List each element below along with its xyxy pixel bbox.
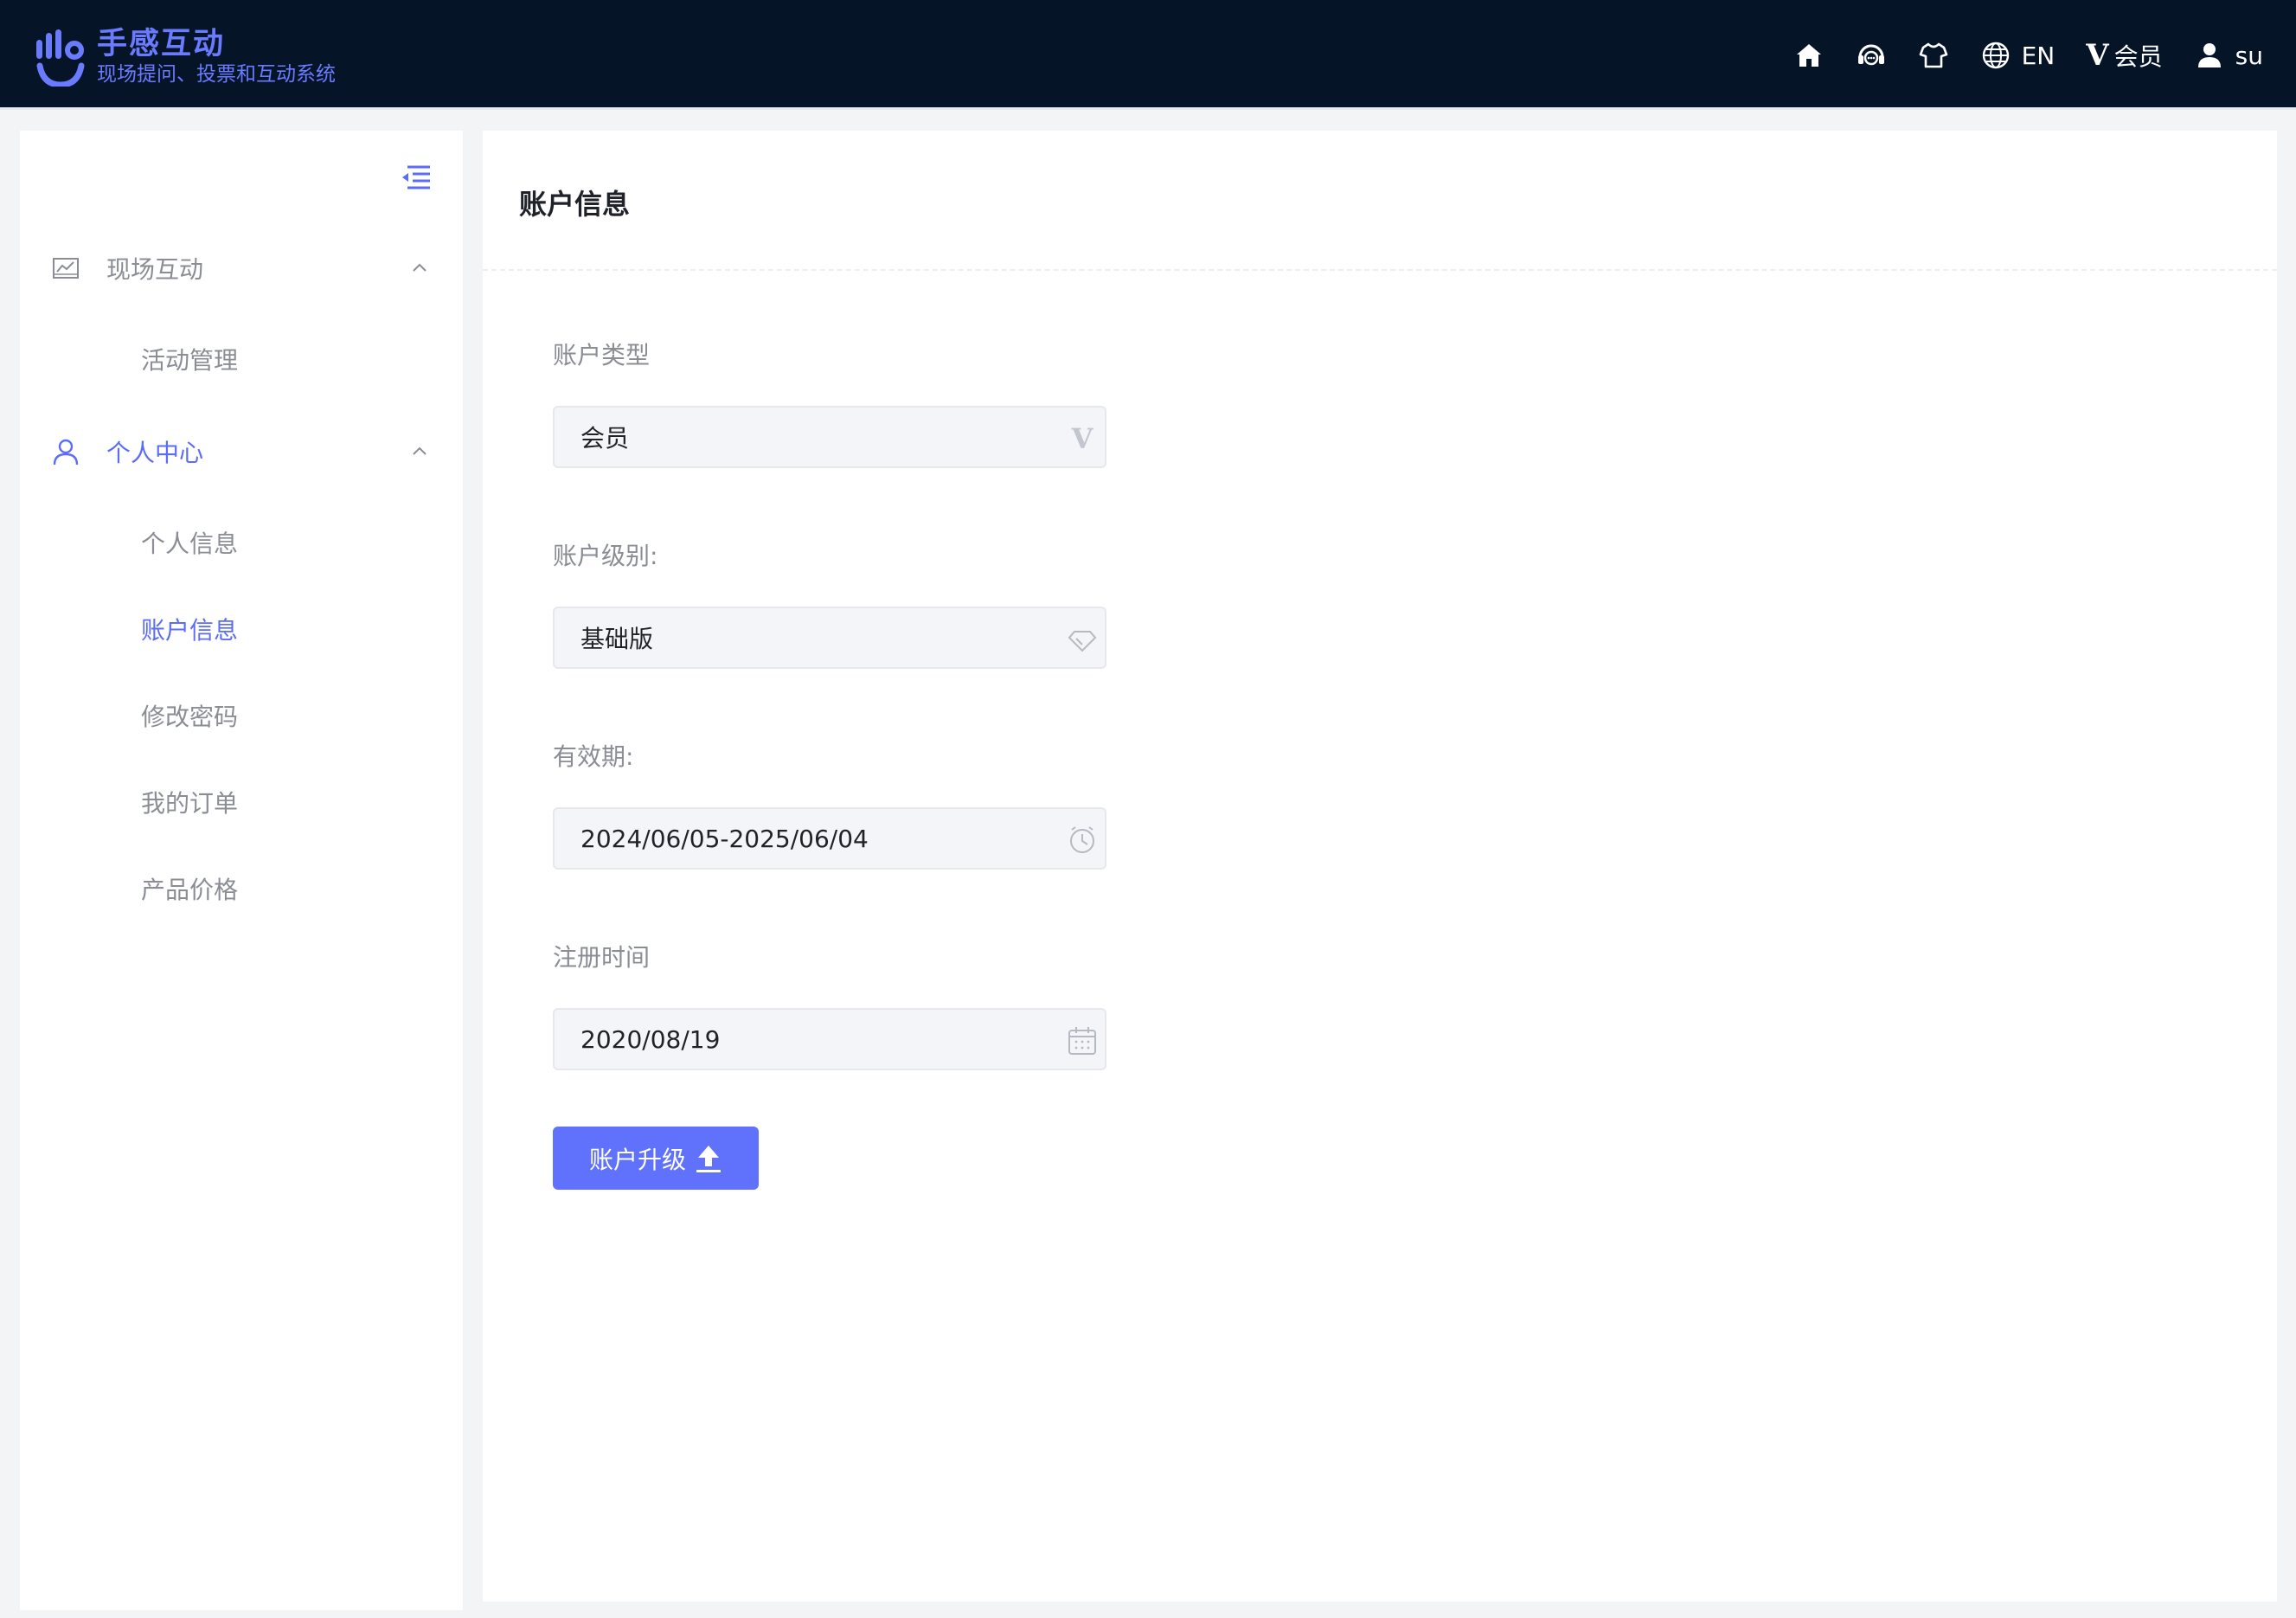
home-button[interactable] <box>1793 40 1825 71</box>
menu-group-label: 现场互动 <box>106 255 204 284</box>
sidebar-item-personal-info[interactable]: 个人信息 <box>141 517 238 568</box>
hand-logo-icon <box>36 29 85 87</box>
support-button[interactable] <box>1856 40 1887 71</box>
main-panel: 账户信息 账户类型 会员 V 账户级别: 基础版 有效期: 2024/06/05… <box>483 131 2277 1602</box>
account-upgrade-button[interactable]: 账户升级 <box>553 1127 759 1190</box>
register-time-label: 注册时间 <box>553 943 651 972</box>
user-outline-icon <box>53 439 79 465</box>
diamond-icon <box>1068 631 1097 652</box>
account-type-field: 会员 V <box>553 406 1106 468</box>
tshirt-icon <box>1919 42 1947 68</box>
upload-arrow-icon <box>696 1145 721 1172</box>
register-time-value: 2020/08/19 <box>580 1024 721 1054</box>
upgrade-label: 账户升级 <box>588 1145 686 1174</box>
user-icon <box>2197 43 2221 67</box>
chart-icon <box>53 258 79 279</box>
collapse-menu-icon[interactable] <box>401 164 432 193</box>
chevron-up-icon <box>413 446 426 455</box>
account-type-label: 账户类型 <box>553 341 651 369</box>
menu-group-live-interaction[interactable]: 现场互动 <box>20 234 463 303</box>
account-level-value: 基础版 <box>580 625 654 653</box>
title-divider <box>483 269 2277 271</box>
sidebar-item-activity-management[interactable]: 活动管理 <box>141 333 238 385</box>
account-type-value: 会员 <box>580 424 630 453</box>
sidebar-item-my-orders[interactable]: 我的订单 <box>141 776 238 828</box>
calendar-icon <box>1068 1027 1096 1055</box>
brand-title: 手感互动 <box>97 27 226 61</box>
language-label: EN <box>2021 41 2055 70</box>
svg-text:V: V <box>1071 423 1094 454</box>
top-bar: 手感互动 现场提问、投票和互动系统 EN V 会员 su <box>0 0 2296 110</box>
vip-button[interactable]: V 会员 <box>2086 38 2162 73</box>
sidebar-item-product-pricing[interactable]: 产品价格 <box>141 863 238 915</box>
validity-field: 2024/06/05-2025/06/04 <box>553 807 1106 870</box>
chevron-up-icon <box>413 263 426 272</box>
language-switch[interactable]: EN <box>1980 40 2055 71</box>
headset-icon <box>1857 44 1884 66</box>
vip-label: 会员 <box>2113 42 2163 71</box>
username: su <box>2235 41 2263 70</box>
brand[interactable]: 手感互动 现场提问、投票和互动系统 <box>35 22 336 92</box>
skin-button[interactable] <box>1918 40 1949 71</box>
register-time-field: 2020/08/19 <box>553 1008 1106 1070</box>
validity-value: 2024/06/05-2025/06/04 <box>580 824 869 853</box>
brand-subtitle: 现场提问、投票和互动系统 <box>97 63 336 86</box>
sidebar-item-account-info[interactable]: 账户信息 <box>141 603 238 655</box>
vip-icon: V <box>2086 38 2109 73</box>
user-menu[interactable]: su <box>2194 40 2263 71</box>
clock-icon <box>1070 826 1094 853</box>
account-level-label: 账户级别: <box>553 542 658 570</box>
home-icon <box>1796 44 1821 67</box>
sidebar: 现场互动 活动管理 个人中心 个人信息 账户信息 修改密码 我的订单 产品价格 <box>20 131 463 1610</box>
vip-icon: V <box>1071 423 1094 454</box>
validity-label: 有效期: <box>553 742 634 771</box>
account-level-field: 基础版 <box>553 607 1106 669</box>
sidebar-item-change-password[interactable]: 修改密码 <box>141 690 238 742</box>
globe-icon <box>1982 42 2009 69</box>
menu-group-label: 个人中心 <box>106 439 204 467</box>
page-title: 账户信息 <box>519 188 631 221</box>
menu-group-personal-center[interactable]: 个人中心 <box>20 417 463 486</box>
